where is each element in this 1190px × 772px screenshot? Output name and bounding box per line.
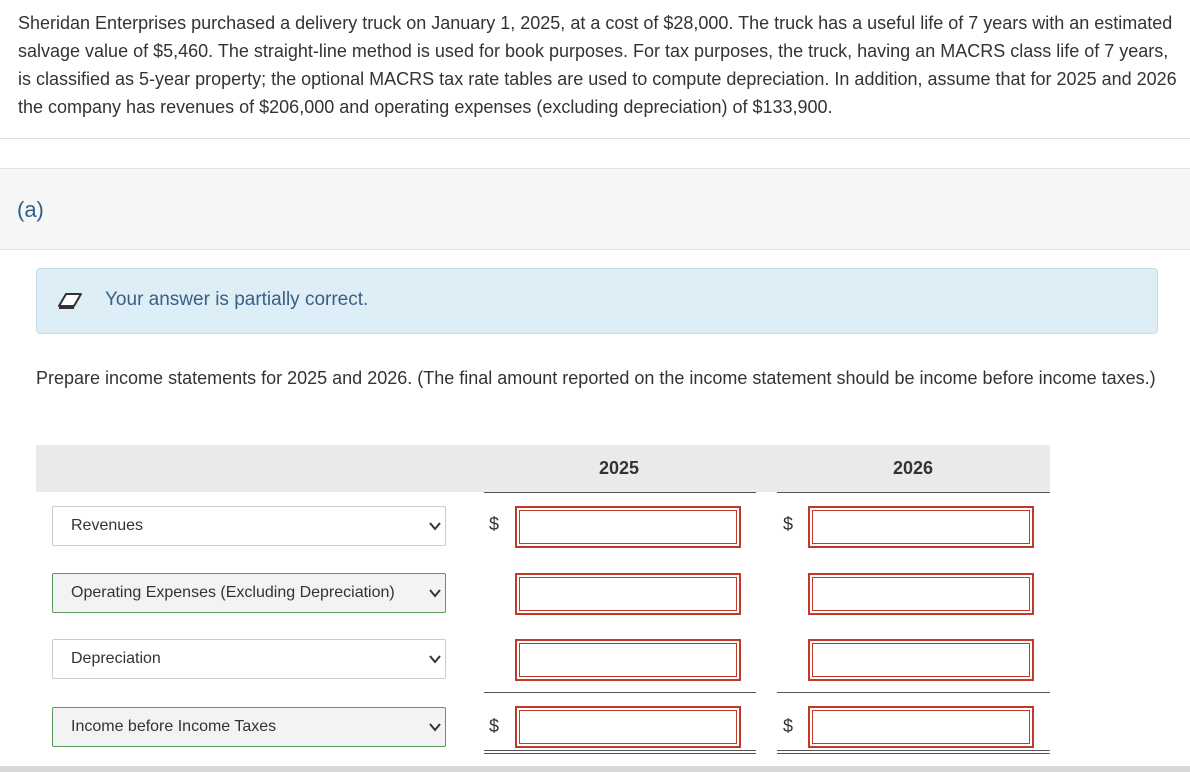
column-header-2025: 2025 bbox=[598, 458, 640, 478]
account-select-operating-expenses[interactable]: Operating Expenses (Excluding Depreciati… bbox=[52, 573, 446, 613]
part-label: (a) bbox=[17, 197, 44, 222]
part-header: (a) bbox=[0, 168, 1190, 250]
pencil-icon bbox=[58, 293, 82, 309]
revenues-2025-input[interactable] bbox=[515, 506, 741, 548]
account-select-revenues[interactable]: Revenues bbox=[52, 506, 446, 546]
total-double-rule-2026 bbox=[777, 750, 1050, 751]
operating-expenses-2025-input[interactable] bbox=[515, 573, 741, 615]
bottom-strip bbox=[0, 766, 1190, 772]
income-before-taxes-2025-input[interactable] bbox=[515, 706, 741, 748]
header-underline-2025 bbox=[484, 492, 756, 493]
column-header-2026: 2026 bbox=[892, 458, 934, 478]
account-select-depreciation[interactable]: Depreciation bbox=[52, 639, 446, 679]
answer-status-banner: Your answer is partially correct. bbox=[36, 268, 1158, 334]
subtotal-rule-2026 bbox=[777, 692, 1050, 693]
total-double-rule-2025 bbox=[484, 750, 756, 751]
problem-text: Sheridan Enterprises purchased a deliver… bbox=[18, 13, 1177, 117]
chevron-down-icon bbox=[429, 655, 441, 664]
subtotal-rule-2025 bbox=[484, 692, 756, 693]
dollar-sign: $ bbox=[783, 514, 794, 534]
account-select-label: Depreciation bbox=[71, 650, 161, 667]
table-header: 2025 2026 bbox=[36, 445, 1050, 492]
income-before-taxes-2026-input[interactable] bbox=[808, 706, 1034, 748]
total-double-rule-2026 bbox=[777, 753, 1050, 754]
problem-statement: Sheridan Enterprises purchased a deliver… bbox=[0, 0, 1190, 139]
depreciation-2025-input[interactable] bbox=[515, 639, 741, 681]
chevron-down-icon bbox=[429, 522, 441, 531]
status-text: Your answer is partially correct. bbox=[105, 289, 369, 310]
account-select-income-before-taxes[interactable]: Income before Income Taxes bbox=[52, 707, 446, 747]
instructions: Prepare income statements for 2025 and 2… bbox=[36, 368, 1156, 388]
chevron-down-icon bbox=[429, 723, 441, 732]
operating-expenses-2026-input[interactable] bbox=[808, 573, 1034, 615]
account-select-label: Income before Income Taxes bbox=[71, 718, 277, 735]
dollar-sign: $ bbox=[489, 716, 500, 736]
header-underline-2026 bbox=[777, 492, 1050, 493]
account-select-label: Revenues bbox=[71, 517, 144, 534]
total-double-rule-2025 bbox=[484, 753, 756, 754]
chevron-down-icon bbox=[429, 589, 441, 598]
dollar-sign: $ bbox=[489, 514, 500, 534]
account-select-label: Operating Expenses (Excluding Depreciati… bbox=[71, 584, 395, 601]
depreciation-2026-input[interactable] bbox=[808, 639, 1034, 681]
dollar-sign: $ bbox=[783, 716, 794, 736]
revenues-2026-input[interactable] bbox=[808, 506, 1034, 548]
